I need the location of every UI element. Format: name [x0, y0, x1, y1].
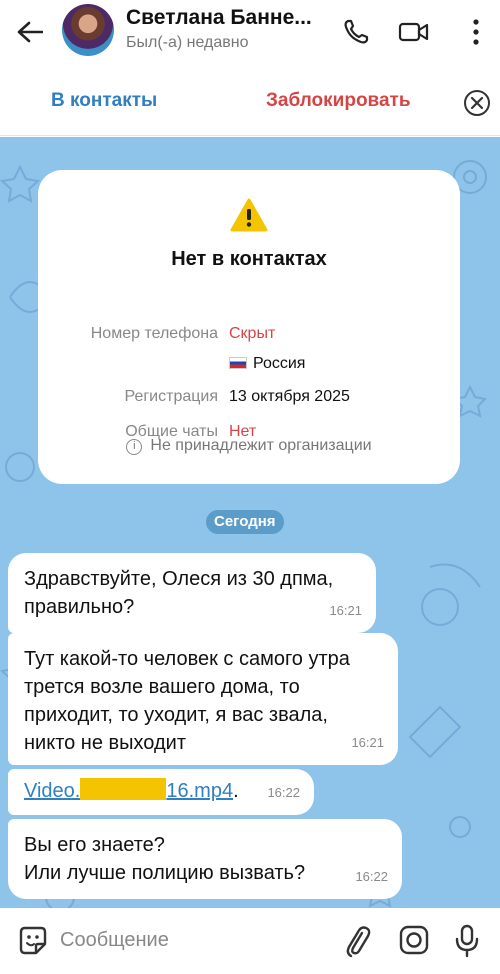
russia-flag-icon	[229, 357, 247, 369]
contact-name[interactable]: Светлана Банне...	[126, 6, 326, 30]
warning-icon	[230, 198, 268, 232]
message-bubble[interactable]: Тут какой-то человек с самого утра третс…	[8, 633, 398, 765]
video-call-icon[interactable]	[396, 14, 432, 50]
organization-note-text: Не принадлежит организации	[150, 437, 372, 454]
camera-icon[interactable]	[398, 924, 432, 958]
message-input[interactable]: Сообщение	[60, 929, 169, 952]
contact-status: Был(-а) недавно	[126, 34, 249, 51]
country-value: Россия	[229, 355, 305, 373]
microphone-icon[interactable]	[452, 924, 486, 958]
message-line: приходит, то уходит, я вас звала,	[24, 704, 328, 726]
message-bubble[interactable]: Здравствуйте, Олеся из 30 дпма, правильн…	[8, 553, 376, 633]
action-bar: В контакты Заблокировать	[0, 66, 500, 136]
not-in-contacts-card: Нет в контактах Номер телефона Скрыт Рос…	[38, 170, 460, 484]
message-line: трется возле вашего дома, то	[24, 676, 300, 698]
date-chip: Сегодня	[206, 510, 284, 534]
chat-header: Светлана Банне... Был(-а) недавно	[0, 0, 500, 66]
message-time: 16:21	[351, 735, 384, 750]
sticker-icon[interactable]	[16, 924, 50, 958]
phone-label: Номер телефона	[90, 325, 218, 342]
message-bubble[interactable]: Вы его знаете? Или лучше полицию вызвать…	[8, 819, 402, 899]
country-text: Россия	[253, 355, 306, 372]
attach-icon[interactable]	[342, 924, 376, 958]
phone-icon[interactable]	[338, 14, 374, 50]
more-icon[interactable]	[458, 14, 494, 50]
message-line: Здравствуйте, Олеся из 30 дпма,	[24, 568, 334, 590]
redacted-highlight	[80, 778, 167, 800]
message-line: Тут какой-то человек с самого утра	[24, 648, 350, 670]
message-composer: Сообщение	[0, 908, 500, 974]
message-time: 16:22	[267, 785, 300, 800]
chat-area[interactable]: Нет в контактах Номер телефона Скрыт Рос…	[0, 137, 500, 908]
message-line: Или лучше полицию вызвать?	[24, 862, 306, 884]
video-file-link[interactable]: Video. 16.mp4	[24, 778, 234, 802]
registration-label: Регистрация	[124, 388, 218, 405]
message-time: 16:22	[355, 869, 388, 884]
back-arrow-icon[interactable]	[12, 14, 48, 50]
organization-note: i Не принадлежит организации	[38, 437, 460, 455]
message-time: 16:21	[329, 603, 362, 618]
file-message-bubble[interactable]: Video. 16.mp4. 16:22	[8, 769, 314, 815]
info-icon: i	[126, 439, 143, 455]
avatar[interactable]	[62, 4, 114, 56]
phone-value: Скрыт	[229, 325, 276, 342]
file-name-end: 16.mp4	[166, 780, 234, 802]
add-to-contacts-button[interactable]: В контакты	[51, 90, 157, 112]
message-line: Вы его знаете?	[24, 834, 165, 856]
block-button[interactable]: Заблокировать	[266, 90, 411, 112]
card-title: Нет в контактах	[171, 248, 327, 270]
file-name-start: Video.	[24, 780, 81, 802]
file-name-period: .	[233, 780, 239, 802]
registration-value: 13 октября 2025	[229, 388, 350, 405]
message-line: никто не выходит	[24, 732, 186, 754]
message-line: правильно?	[24, 596, 135, 618]
close-icon[interactable]	[462, 88, 492, 118]
